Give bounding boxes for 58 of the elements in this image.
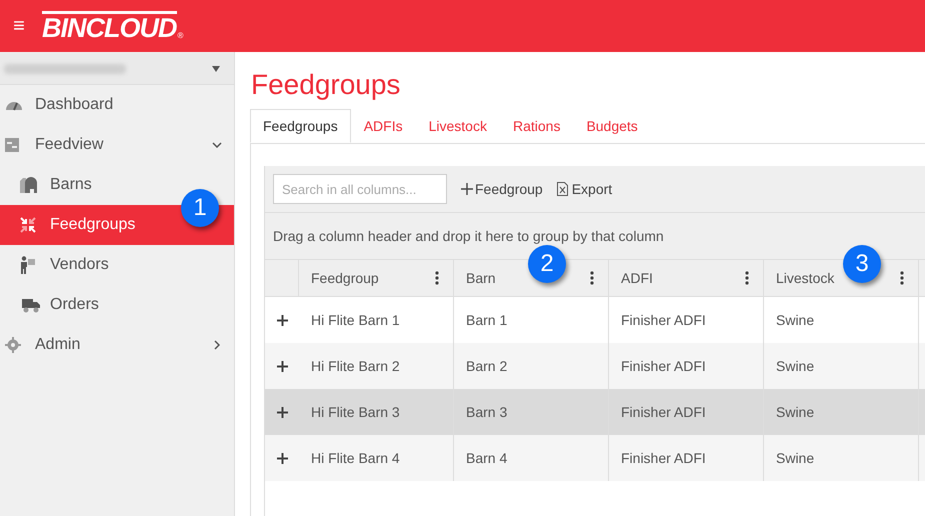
table-cell-text: Finisher ADFI: [621, 310, 706, 330]
settings-icon: [5, 337, 21, 353]
panel-icon: [5, 138, 19, 152]
sidebar-item[interactable]: Orders: [0, 285, 234, 325]
table-cell-text: Finisher ADFI: [621, 402, 706, 422]
registered-mark: ®: [178, 30, 184, 42]
menu-button[interactable]: ≡: [10, 16, 28, 36]
arrows-icon: [20, 217, 36, 233]
add-feedgroup-button[interactable]: Feedgroup: [461, 178, 543, 200]
tab[interactable]: Feedgroups: [250, 109, 351, 143]
excel-file-icon: [556, 182, 568, 196]
more-options-icon[interactable]: [435, 271, 439, 285]
person-icon: [20, 256, 36, 274]
table-cell-text: Finisher ADFI: [621, 448, 706, 468]
sidebar-item[interactable]: Admin: [0, 325, 234, 365]
table-cell-text: Swine: [776, 402, 814, 422]
expand-plus-icon[interactable]: [276, 406, 288, 418]
column-header[interactable]: ADFI: [609, 260, 764, 296]
sidebar-item[interactable]: Feedview: [0, 125, 234, 165]
table-row[interactable]: Hi Flite Barn 3 Barn 3 Finisher ADFI Swine: [265, 389, 925, 435]
tab[interactable]: Rations: [500, 109, 574, 143]
truck-icon: [20, 297, 40, 313]
table-cell-text: Barn 3: [466, 402, 508, 422]
more-options-icon[interactable]: [590, 271, 594, 285]
expand-plus-icon[interactable]: [276, 314, 288, 326]
table-cell-text: Swine: [776, 448, 814, 468]
table-cell-text: Swine: [776, 356, 814, 376]
dropdown-caret-icon: [212, 66, 220, 72]
export-button[interactable]: Export: [556, 178, 612, 200]
table-cell-text: Barn 4: [466, 448, 508, 468]
tab[interactable]: Budgets: [573, 109, 651, 143]
tab[interactable]: Livestock: [416, 109, 500, 143]
tab[interactable]: ADFIs: [350, 109, 416, 143]
more-options-icon[interactable]: [745, 271, 749, 285]
column-header[interactable]: Feedgroup: [299, 260, 454, 296]
table-cell-text: Barn 2: [466, 356, 508, 376]
table-row[interactable]: Hi Flite Barn 4 Barn 4 Finisher ADFI Swine: [265, 435, 925, 481]
table-cell-text: Barn 1: [466, 310, 508, 330]
table-cell-text: Hi Flite Barn 3: [311, 402, 400, 422]
group-panel-hint: Drag a column header and drop it here to group by that column: [273, 226, 664, 246]
barn-icon: [20, 177, 38, 193]
chevron-right-icon: [214, 340, 220, 350]
search-field[interactable]: Search in all columns...: [273, 174, 447, 204]
table-row[interactable]: Hi Flite Barn 2 Barn 2 Finisher ADFI Swine: [265, 343, 925, 389]
chevron-down-icon: [212, 142, 222, 148]
sidebar-item[interactable]: Vendors: [0, 245, 234, 285]
plus-icon: [461, 183, 473, 195]
more-options-icon[interactable]: [900, 271, 904, 285]
table-cell-text: Finisher ADFI: [621, 356, 706, 376]
page-title: Feedgroups: [250, 68, 402, 102]
sidebar-item[interactable]: Dashboard: [0, 85, 234, 125]
expand-plus-icon[interactable]: [276, 452, 288, 464]
expand-plus-icon[interactable]: [276, 360, 288, 372]
table-cell-text: Hi Flite Barn 4: [311, 448, 400, 468]
table-cell-text: Hi Flite Barn 1: [311, 310, 400, 330]
table-cell-text: Swine: [776, 310, 814, 330]
table-cell-text: Hi Flite Barn 2: [311, 356, 400, 376]
logo: BINCLOUD: [42, 10, 176, 42]
